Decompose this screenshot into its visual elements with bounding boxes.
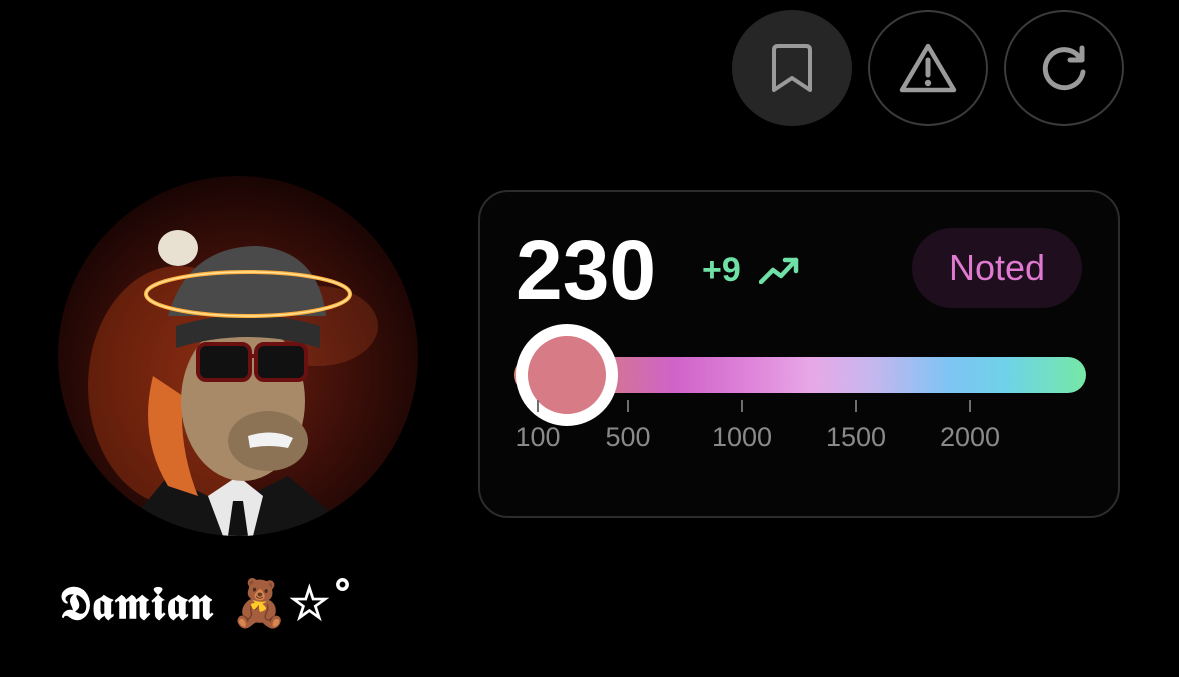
rating-slider-thumb[interactable]: [516, 324, 619, 426]
status-badge: Noted: [912, 228, 1082, 308]
top-actions: [732, 10, 1124, 126]
delta-value: +9: [702, 251, 741, 289]
bookmark-icon: [772, 44, 812, 92]
refresh-button[interactable]: [1004, 10, 1124, 126]
display-name: 𝕯𝖆𝖒𝖎𝖆𝖓 🧸☆˚: [60, 576, 356, 630]
ape-with-halo-avatar: [88, 230, 378, 536]
slider-tick-label: 2000: [939, 422, 1001, 452]
slider-tick: [627, 400, 629, 412]
bookmark-button[interactable]: [732, 10, 852, 126]
slider-tick: [537, 400, 539, 412]
slider-tick-label: 1500: [825, 422, 887, 452]
slider-tick: [741, 400, 743, 412]
rating-score: 230: [516, 223, 657, 317]
slider-tick: [969, 400, 971, 412]
slider-tick-label: 500: [605, 422, 651, 452]
slider-tick: [855, 400, 857, 412]
slider-tick-label: 1000: [711, 422, 773, 452]
report-button[interactable]: [868, 10, 988, 126]
avatar: [58, 176, 418, 536]
warning-triangle-icon: [899, 43, 957, 93]
slider-tick-label: 100: [515, 422, 561, 452]
rating-delta: +9: [702, 250, 799, 290]
rating-card: 230 +9 Noted 100 500 1000 1500 2000: [478, 190, 1120, 518]
trending-up-icon: [758, 257, 799, 284]
refresh-icon: [1042, 45, 1086, 91]
